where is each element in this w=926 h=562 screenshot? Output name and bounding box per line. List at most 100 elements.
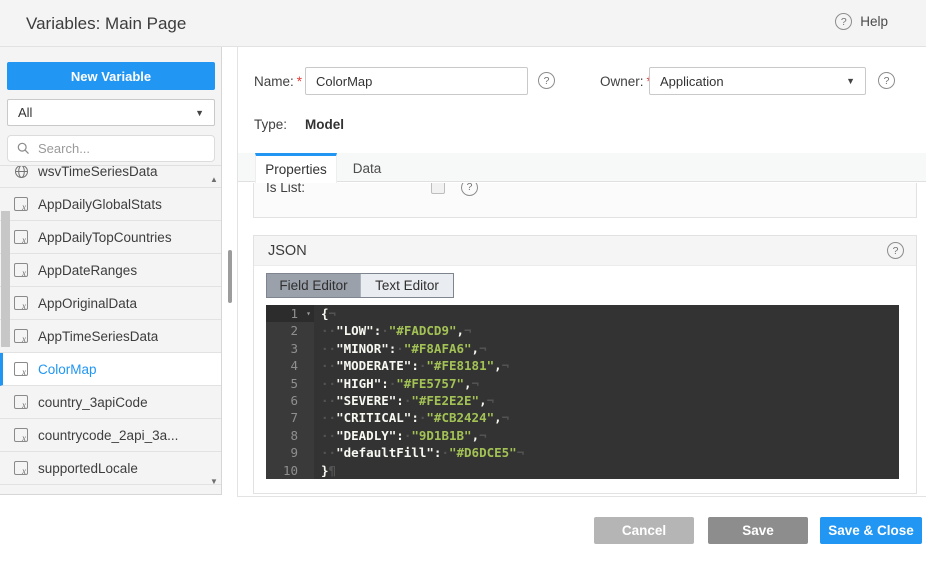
owner-select[interactable]: Application ▼ xyxy=(649,67,866,95)
json-section: JSON ? Field Editor Text Editor 1▾{¬2··"… xyxy=(253,235,917,494)
code-line: 1▾{¬ xyxy=(266,305,899,322)
variable-icon: x xyxy=(14,197,28,211)
variable-list: wsvTimeSeriesData x AppDailyGlobalStats x Ap… xyxy=(0,165,221,494)
name-input[interactable] xyxy=(305,67,528,95)
variable-icon: x xyxy=(14,230,28,244)
sidebar-item-wsvtimeseriesdata[interactable]: wsvTimeSeriesData xyxy=(0,165,221,188)
sidebar: New Variable All ▼ wsvTimeSeriesData x App… xyxy=(0,47,222,495)
json-title: JSON xyxy=(268,243,307,259)
sidebar-item-appdateranges[interactable]: x AppDateRanges xyxy=(0,254,221,287)
cancel-button[interactable]: Cancel xyxy=(594,517,694,544)
variable-detail-panel: Name:* ? Owner:* Application ▼ ? Type: M… xyxy=(237,47,926,497)
line-number: 1▾ xyxy=(266,305,314,322)
sidebar-item-label: AppTimeSeriesData xyxy=(38,329,158,344)
sidebar-item-label: AppDailyTopCountries xyxy=(38,230,172,245)
code-line: 5··"HIGH":·"#FE5757",¬ xyxy=(266,375,899,392)
line-number: 9 xyxy=(266,444,314,461)
is-list-label: Is List: xyxy=(266,183,305,195)
save-button[interactable]: Save xyxy=(708,517,808,544)
search-box[interactable] xyxy=(7,135,215,162)
globe-icon xyxy=(14,165,28,178)
filter-value: All xyxy=(18,105,32,120)
chevron-down-icon: ▼ xyxy=(195,108,204,118)
is-list-checkbox[interactable] xyxy=(431,183,445,194)
page-title: Variables: Main Page xyxy=(26,14,186,34)
code-line: 9··"defaultFill":·"#D6DCE5"¬ xyxy=(266,444,899,461)
line-number: 5 xyxy=(266,375,314,392)
variable-icon: x xyxy=(14,362,28,376)
search-icon xyxy=(17,142,30,155)
tab-data[interactable]: Data xyxy=(337,153,397,183)
sidebar-item-label: wsvTimeSeriesData xyxy=(38,165,158,179)
save-and-close-button[interactable]: Save & Close xyxy=(820,517,922,544)
variable-icon: x xyxy=(14,428,28,442)
line-number: 3 xyxy=(266,340,314,357)
json-header: JSON ? xyxy=(254,236,916,266)
name-help-icon[interactable]: ? xyxy=(538,72,555,89)
json-help-icon[interactable]: ? xyxy=(887,242,904,259)
variable-icon: x xyxy=(14,395,28,409)
tab-bar: Properties Data xyxy=(238,153,926,182)
required-asterisk: * xyxy=(297,74,302,89)
help-circle-icon: ? xyxy=(835,13,852,30)
sidebar-item-countrycode-2api-3a-[interactable]: x countrycode_2api_3a... xyxy=(0,419,221,452)
code-line: 3··"MINOR":·"#F8AFA6",¬ xyxy=(266,340,899,357)
search-input[interactable] xyxy=(36,140,205,157)
line-number: 4 xyxy=(266,357,314,374)
sidebar-item-colormap[interactable]: x ColorMap xyxy=(0,353,221,386)
line-number: 7 xyxy=(266,409,314,426)
sidebar-item-appdailyglobalstats[interactable]: x AppDailyGlobalStats xyxy=(0,188,221,221)
tab-properties[interactable]: Properties xyxy=(255,153,337,183)
field-editor-tab[interactable]: Field Editor xyxy=(267,274,360,297)
text-editor-tab[interactable]: Text Editor xyxy=(360,274,453,297)
sidebar-item-country-3apicode[interactable]: x country_3apiCode xyxy=(0,386,221,419)
line-number: 10 xyxy=(266,462,314,479)
variables-editor-window: Variables: Main Page ? Help New Variable… xyxy=(0,0,926,562)
new-variable-button[interactable]: New Variable xyxy=(7,62,215,90)
chevron-down-icon: ▼ xyxy=(846,76,855,86)
sidebar-item-label: AppDateRanges xyxy=(38,263,137,278)
editor-mode-toggle: Field Editor Text Editor xyxy=(266,273,454,298)
json-code-editor[interactable]: 1▾{¬2··"LOW":·"#FADCD9",¬3··"MINOR":·"#F… xyxy=(266,305,899,479)
line-number: 6 xyxy=(266,392,314,409)
variable-icon: x xyxy=(14,329,28,343)
sidebar-item-appdailytopcountries[interactable]: x AppDailyTopCountries xyxy=(0,221,221,254)
line-number: 2 xyxy=(266,322,314,339)
variable-icon: x xyxy=(14,263,28,277)
sidebar-scrollbar-thumb[interactable] xyxy=(1,211,10,347)
sidebar-item-label: supportedLocale xyxy=(38,461,138,476)
fold-arrow-icon[interactable]: ▾ xyxy=(306,305,311,322)
variable-icon: x xyxy=(14,461,28,475)
help-label: Help xyxy=(860,14,888,29)
name-label: Name:* xyxy=(254,74,302,89)
code-line: 8··"DEADLY":·"9D1B1B",¬ xyxy=(266,427,899,444)
sidebar-scrollbar[interactable]: ▲ ▼ xyxy=(208,165,220,494)
sidebar-item-label: AppOriginalData xyxy=(38,296,137,311)
properties-fieldset: Is List: ? xyxy=(253,183,917,218)
owner-help-icon[interactable]: ? xyxy=(878,72,895,89)
sidebar-item-label: countrycode_2api_3a... xyxy=(38,428,178,443)
owner-label: Owner:* xyxy=(600,74,652,89)
code-line: 2··"LOW":·"#FADCD9",¬ xyxy=(266,322,899,339)
app-header: Variables: Main Page ? Help xyxy=(0,0,926,47)
code-line: 10}¶ xyxy=(266,462,899,479)
is-list-help-icon[interactable]: ? xyxy=(461,183,478,196)
sidebar-item-label: ColorMap xyxy=(38,362,97,377)
scroll-up-icon[interactable]: ▲ xyxy=(208,175,220,184)
sidebar-item-label: country_3apiCode xyxy=(38,395,148,410)
sidebar-item-apptimeseriesdata[interactable]: x AppTimeSeriesData xyxy=(0,320,221,353)
code-line: 7··"CRITICAL":·"#CB2424",¬ xyxy=(266,409,899,426)
owner-value: Application xyxy=(660,74,724,89)
sidebar-item-apporiginaldata[interactable]: x AppOriginalData xyxy=(0,287,221,320)
main-scrollbar-thumb[interactable] xyxy=(228,250,232,303)
variable-filter-dropdown[interactable]: All ▼ xyxy=(7,99,215,126)
type-label: Type: xyxy=(254,117,287,132)
sidebar-item-label: AppDailyGlobalStats xyxy=(38,197,162,212)
type-value: Model xyxy=(305,117,344,132)
sidebar-item-supportedlocale[interactable]: x supportedLocale xyxy=(0,452,221,485)
code-line: 4··"MODERATE":·"#FE8181",¬ xyxy=(266,357,899,374)
scroll-down-icon[interactable]: ▼ xyxy=(208,477,220,486)
variable-icon: x xyxy=(14,296,28,310)
help-button[interactable]: ? Help xyxy=(835,13,888,30)
code-line: 6··"SEVERE":·"#FE2E2E",¬ xyxy=(266,392,899,409)
